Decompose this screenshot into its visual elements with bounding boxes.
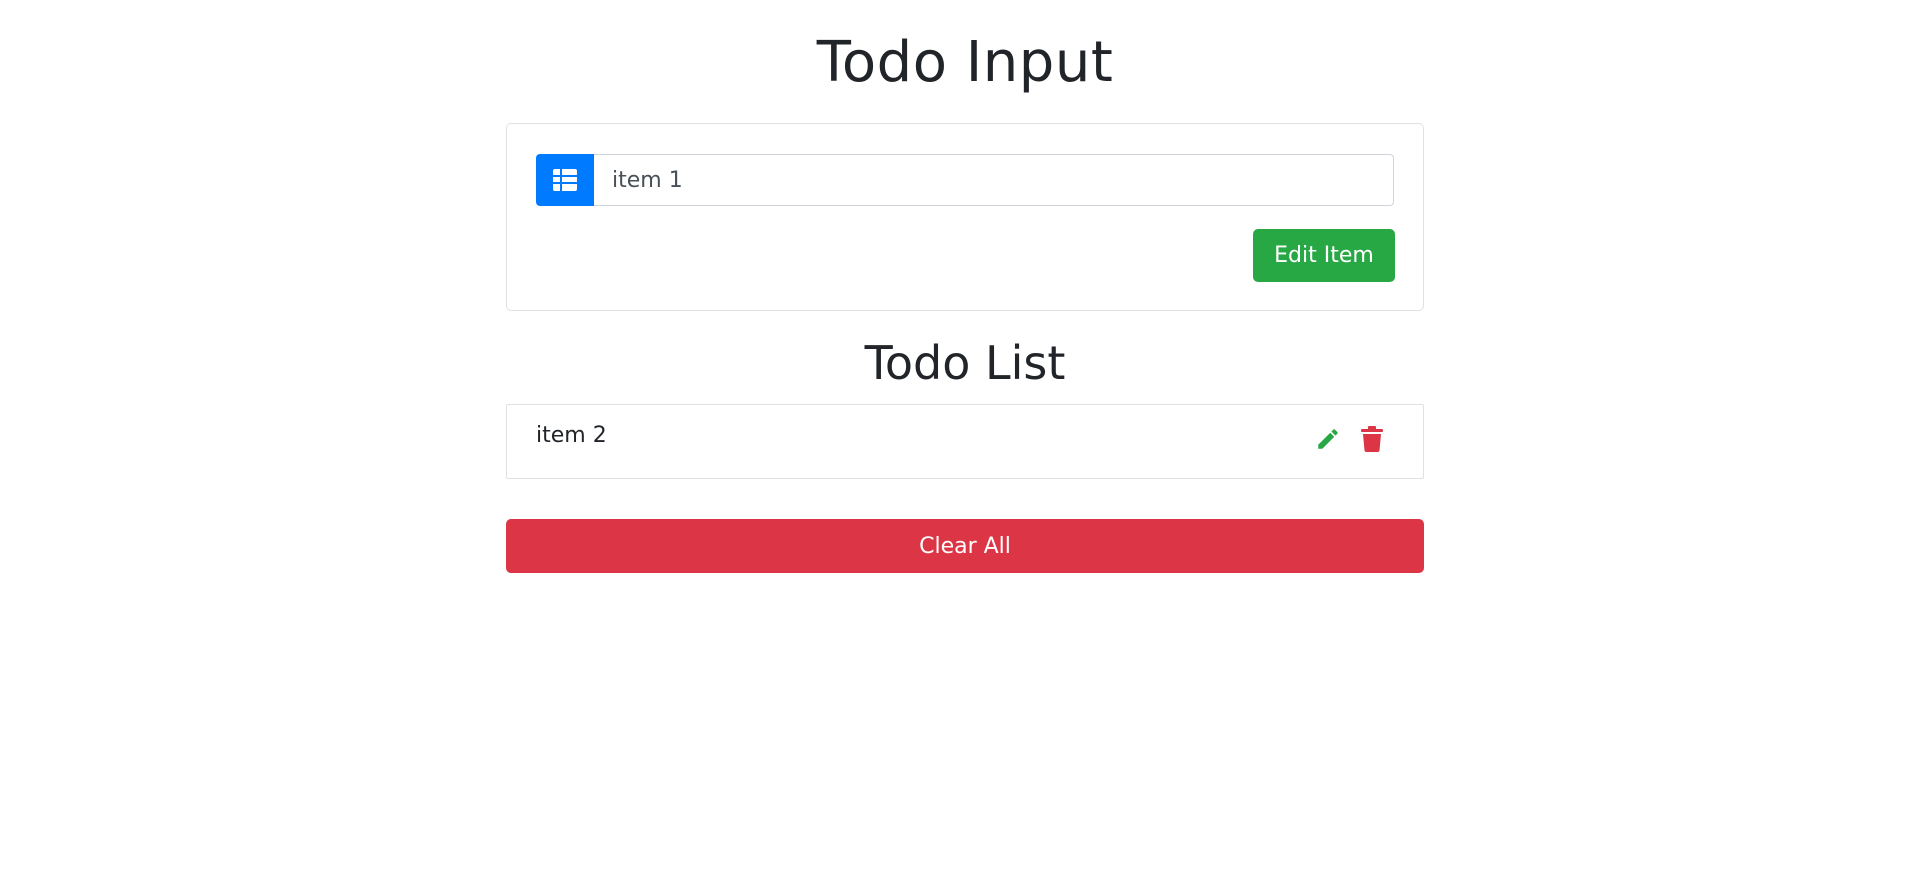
clear-all-button[interactable]: Clear All — [506, 519, 1424, 573]
todo-input-group — [536, 154, 1394, 206]
todo-app: Todo Input Edit Item Todo List item 2 — [506, 0, 1424, 573]
edit-item-button[interactable]: Edit Item — [1253, 229, 1395, 282]
todo-item-actions — [1315, 425, 1385, 453]
todo-item-text: item 2 — [536, 423, 607, 448]
todo-input[interactable] — [594, 154, 1394, 206]
todo-list: item 2 — [506, 404, 1424, 479]
trash-icon[interactable] — [1359, 425, 1385, 453]
page-title: Todo Input — [816, 30, 1114, 95]
todo-list-item: item 2 — [507, 405, 1423, 478]
table-list-icon — [536, 154, 594, 206]
todo-list-title: Todo List — [864, 336, 1066, 390]
pencil-icon[interactable] — [1315, 425, 1341, 453]
todo-input-card: Edit Item — [506, 123, 1424, 311]
